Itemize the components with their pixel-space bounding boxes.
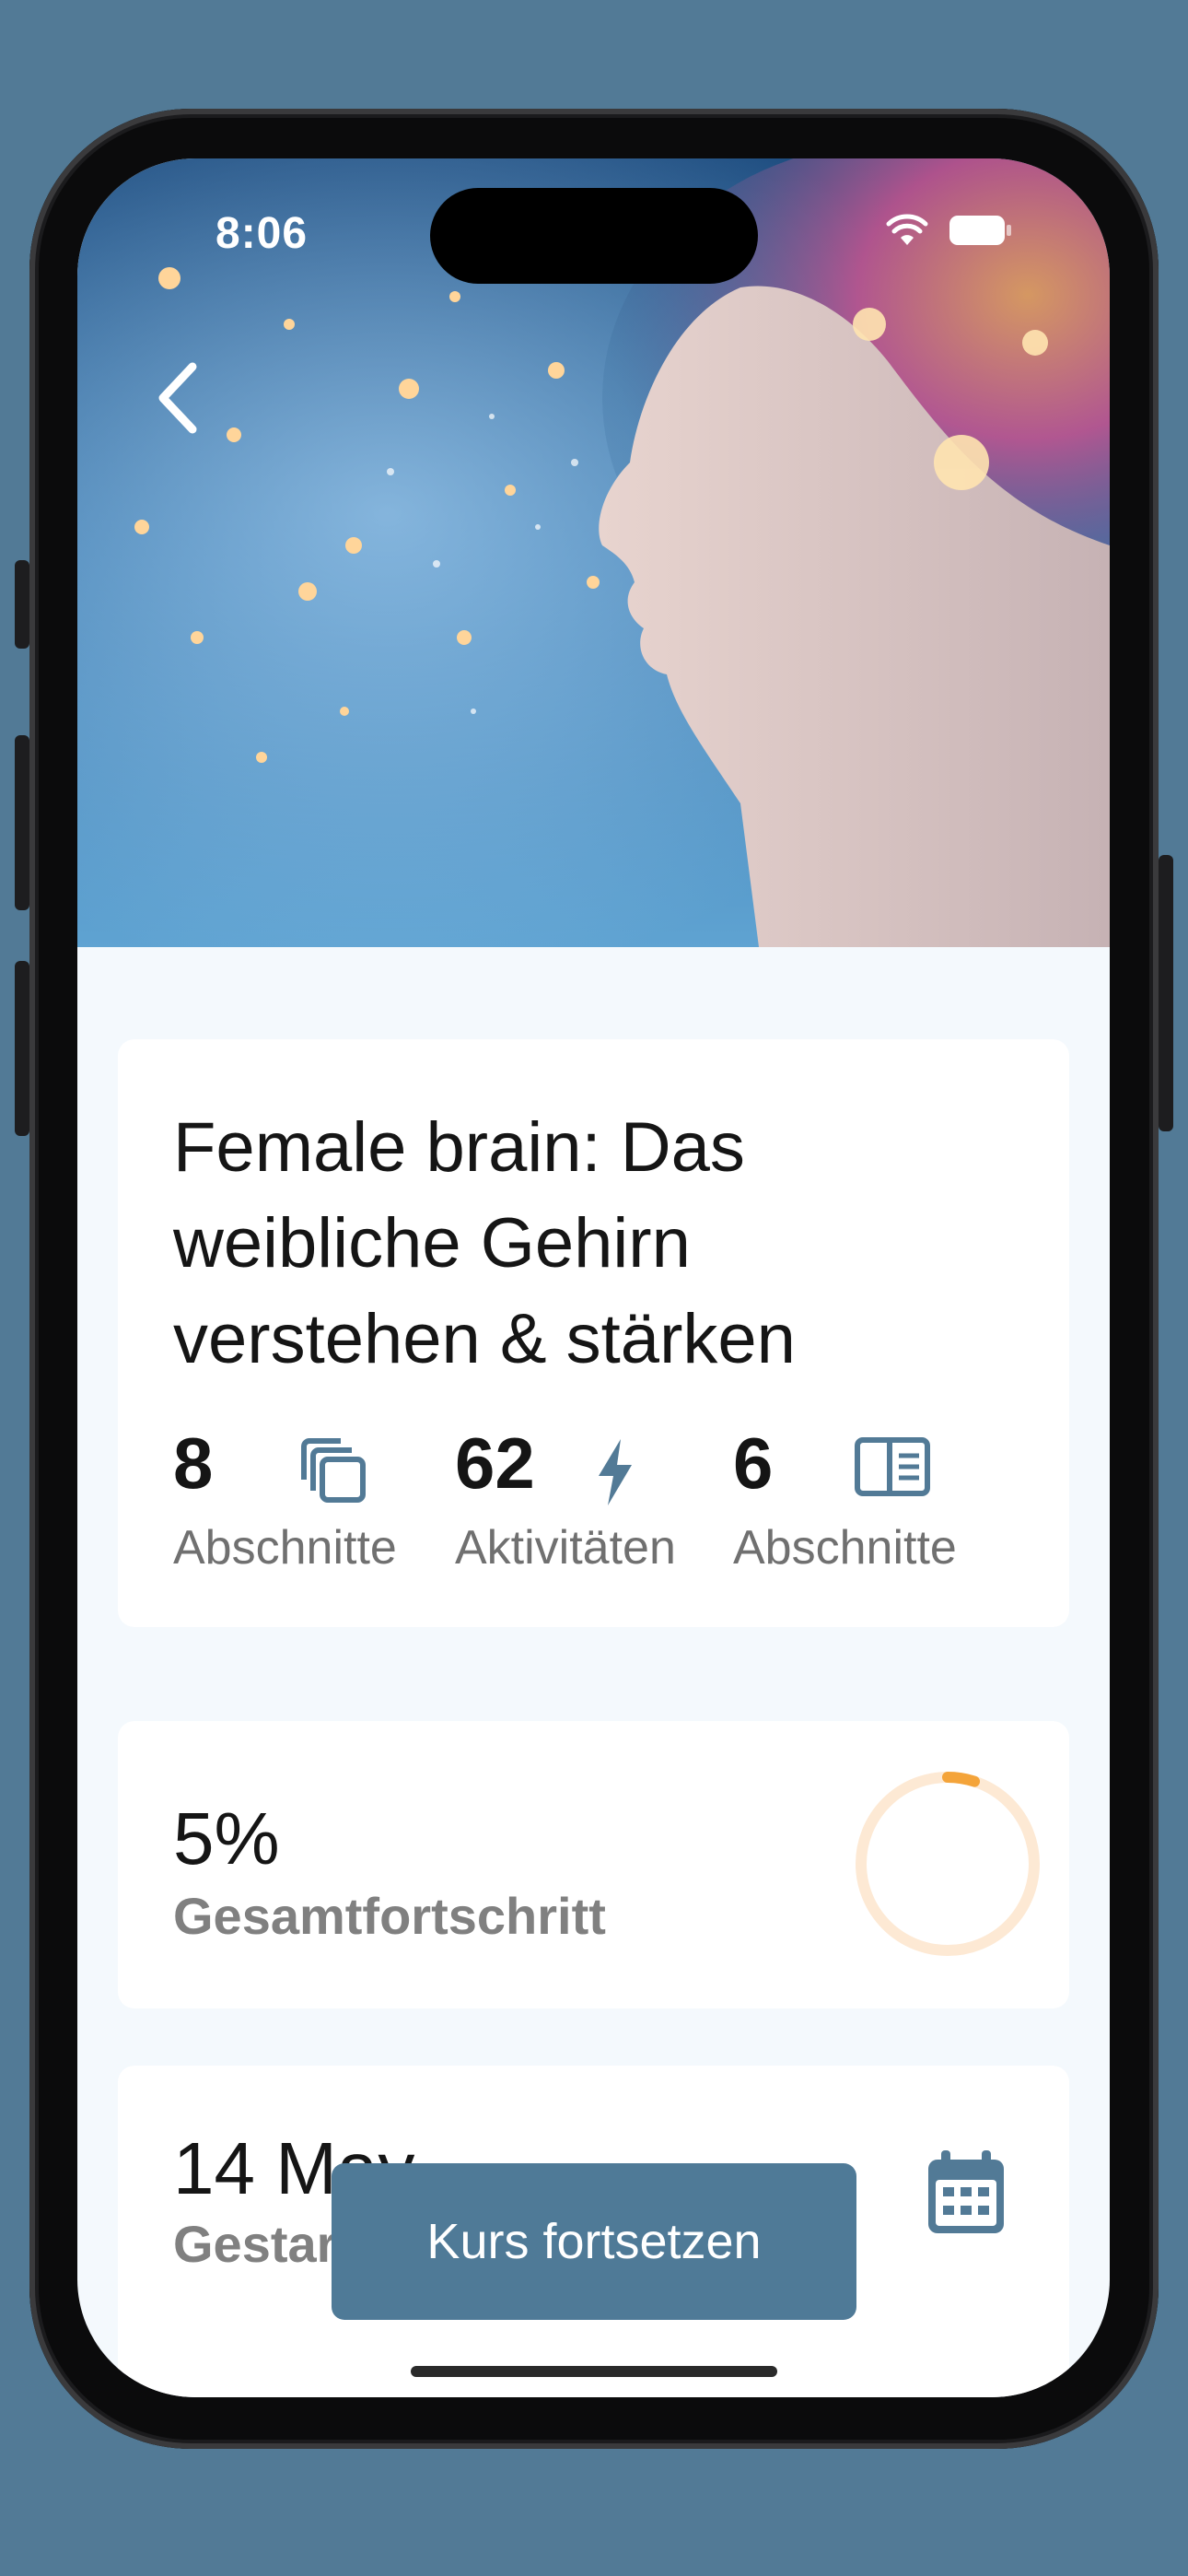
volume-up-button: [15, 735, 29, 910]
chevron-left-icon: [158, 362, 197, 434]
stacked-pages-icon: [301, 1438, 366, 1503]
silent-switch: [15, 560, 29, 649]
back-button[interactable]: [133, 352, 225, 444]
course-title-line: Female brain: Das: [173, 1108, 745, 1187]
progress-ring-track: [856, 1772, 1040, 1956]
stat-label: Abschnitte: [173, 1521, 397, 1575]
calendar-icon: [928, 2150, 1004, 2233]
wifi-icon: [886, 214, 928, 245]
dynamic-island: [430, 188, 758, 284]
stat-chapters: 6 Abschnitte: [733, 1426, 957, 1575]
progress-ring: [856, 1772, 1040, 1956]
course-info-card: Female brain: Das weibliche Gehirn verst…: [118, 1039, 1069, 1627]
status-time: 8:06: [215, 209, 309, 258]
stat-activities: 62 Aktivitäten: [455, 1426, 676, 1575]
home-indicator[interactable]: [411, 2366, 777, 2377]
battery-icon: [949, 216, 1011, 245]
stat-label: Aktivitäten: [455, 1521, 676, 1575]
power-button: [1159, 855, 1173, 1131]
progress-label: Gesamtfortschritt: [173, 1887, 606, 1945]
stat-label: Abschnitte: [733, 1521, 957, 1575]
course-title-line: weibliche Gehirn: [173, 1204, 691, 1282]
app-screen: 8:06 Female brain: Das weibliche Gehirn …: [77, 158, 1110, 2397]
continue-course-button[interactable]: Kurs fortsetzen: [332, 2163, 856, 2320]
status-icons: [886, 214, 1013, 247]
progress-value: 5%: [173, 1797, 280, 1879]
course-title-line: verstehen & stärken: [173, 1300, 796, 1378]
progress-card: 5% Gesamtfortschritt: [118, 1721, 1069, 2008]
book-panel-icon: [855, 1437, 930, 1496]
volume-down-button: [15, 961, 29, 1136]
stat-value: 62: [455, 1423, 535, 1504]
stat-sections: 8 Abschnitte: [173, 1426, 397, 1575]
course-title: Female brain: Das weibliche Gehirn verst…: [173, 1100, 1002, 1388]
lightning-icon: [599, 1439, 632, 1505]
